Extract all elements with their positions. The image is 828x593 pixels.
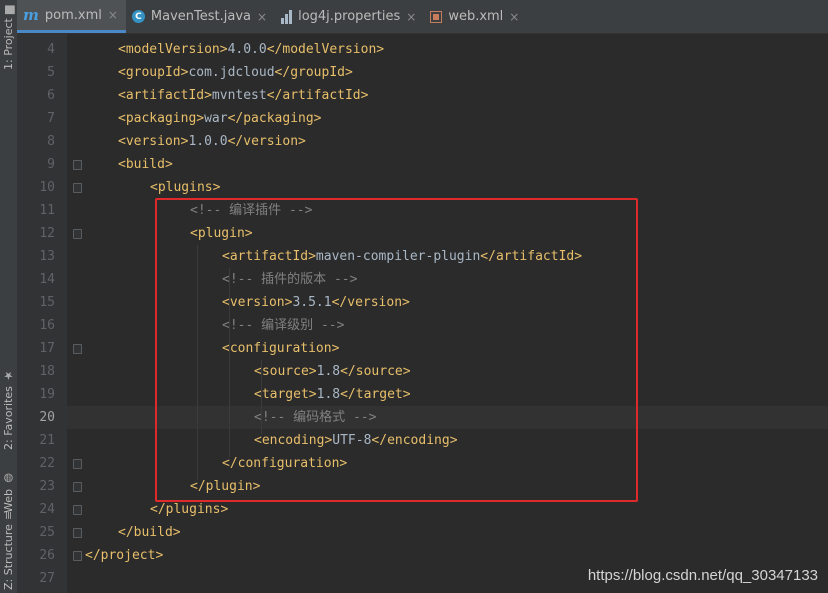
editor-tabs: m pom.xml × C MavenTest.java × log4j.propertie… [17, 0, 828, 34]
line-number: 19 [39, 387, 55, 402]
tool-tab-1-project[interactable]: 1: Project ▆ [0, 6, 17, 70]
xml-value: 1.0.0 [188, 134, 228, 149]
code-line[interactable]: </project> [85, 544, 163, 567]
code-line[interactable]: <build> [118, 153, 173, 176]
xml-tag: </packaging> [227, 111, 322, 126]
xml-tag: </build> [118, 525, 181, 540]
tool-tab-label: Web [2, 489, 15, 513]
xml-value: 4.0.0 [227, 42, 267, 57]
line-number: 15 [39, 295, 55, 310]
xml-tag: </project> [85, 548, 164, 563]
annotation-highlight-box [155, 198, 638, 502]
close-tab-icon[interactable]: × [406, 10, 416, 24]
code-line[interactable]: <packaging>war</packaging> [118, 107, 322, 130]
java-class-icon: C [131, 10, 145, 23]
tool-tab-web[interactable]: Web ◍ [0, 468, 17, 513]
xml-value: mvntest [211, 88, 267, 103]
globe-icon: ◍ [2, 472, 15, 486]
xml-tag: <modelVersion> [118, 42, 228, 57]
xml-tag: <packaging> [118, 111, 205, 126]
web-xml-icon [430, 10, 443, 23]
tab-label: pom.xml [44, 7, 102, 23]
tool-tab-z-structure[interactable]: Z: Structure ≡ [0, 511, 17, 590]
properties-icon [281, 9, 293, 24]
line-number: 21 [39, 433, 55, 448]
close-tab-icon[interactable]: × [509, 10, 519, 24]
fold-marker-icon[interactable] [73, 459, 82, 469]
line-number: 27 [39, 571, 55, 586]
structure-icon: ≡ [2, 510, 15, 521]
line-number: 6 [47, 88, 55, 103]
xml-tag: <build> [118, 157, 173, 172]
tab-label: MavenTest.java [150, 9, 252, 24]
xml-value: com.jdcloud [188, 65, 275, 80]
xml-tag: <artifactId> [118, 88, 212, 103]
tab-pom-xml[interactable]: m pom.xml × [17, 0, 126, 33]
line-number: 9 [47, 157, 55, 172]
tool-tab-2-favorites[interactable]: 2: Favorites ★ [0, 369, 17, 450]
line-number: 22 [39, 456, 55, 471]
line-number: 7 [47, 111, 55, 126]
code-line[interactable]: </build> [118, 521, 181, 544]
tab-maventest-java[interactable]: C MavenTest.java × [126, 0, 275, 33]
xml-tag: </plugins> [150, 502, 229, 517]
tool-tab-label: 1: Project [2, 18, 15, 70]
code-line[interactable]: <groupId>com.jdcloud</groupId> [118, 61, 353, 84]
line-number: 18 [39, 364, 55, 379]
line-number: 24 [39, 502, 55, 517]
code-line[interactable]: <artifactId>mvntest</artifactId> [118, 84, 368, 107]
fold-marker-icon[interactable] [73, 551, 82, 561]
line-number: 8 [47, 134, 55, 149]
close-tab-icon[interactable]: × [257, 10, 267, 24]
fold-marker-icon[interactable] [73, 505, 82, 515]
fold-marker-icon[interactable] [73, 482, 82, 492]
xml-tag: </groupId> [274, 65, 353, 80]
xml-value: war [204, 111, 228, 126]
tool-tab-label: 2: Favorites [2, 386, 15, 450]
line-number: 10 [39, 180, 55, 195]
tool-window-strip: 1: Project ▆ 2: Favorites ★ Web ◍ Z: Structure… [0, 0, 18, 593]
tab-label: web.xml [448, 9, 504, 24]
tab-log4j-properties[interactable]: log4j.properties × [275, 0, 424, 33]
line-number: 14 [39, 272, 55, 287]
line-number: 17 [39, 341, 55, 356]
line-number: 12 [39, 226, 55, 241]
fold-marker-icon[interactable] [73, 229, 82, 239]
line-number: 16 [39, 318, 55, 333]
watermark: https://blog.csdn.net/qq_30347133 [587, 567, 818, 584]
xml-tag: </version> [227, 134, 306, 149]
fold-marker-icon[interactable] [73, 344, 82, 354]
line-number: 4 [47, 42, 55, 57]
xml-tag: <plugins> [150, 180, 221, 195]
line-number: 23 [39, 479, 55, 494]
tool-tab-label: Z: Structure [2, 524, 15, 590]
fold-marker-icon[interactable] [73, 183, 82, 193]
line-number: 5 [47, 65, 55, 80]
folder-icon: ▆ [2, 5, 15, 15]
xml-tag: </artifactId> [266, 88, 369, 103]
line-number: 13 [39, 249, 55, 264]
fold-marker-icon[interactable] [73, 528, 82, 538]
xml-tag: <version> [118, 134, 189, 149]
line-number: 25 [39, 525, 55, 540]
tab-label: log4j.properties [298, 9, 401, 24]
line-number: 20 [39, 410, 55, 425]
tab-web-xml[interactable]: web.xml × [424, 0, 527, 33]
line-number: 11 [39, 203, 55, 218]
maven-icon: m [23, 5, 39, 24]
xml-tag: <groupId> [118, 65, 189, 80]
line-number: 26 [39, 548, 55, 563]
code-line[interactable]: <plugins> [150, 176, 220, 199]
fold-marker-icon[interactable] [73, 160, 82, 170]
star-icon: ★ [2, 369, 15, 383]
close-tab-icon[interactable]: × [108, 8, 118, 22]
code-line[interactable]: <modelVersion>4.0.0</modelVersion> [118, 38, 384, 61]
code-line[interactable]: <version>1.0.0</version> [118, 130, 306, 153]
xml-tag: </modelVersion> [266, 42, 385, 57]
